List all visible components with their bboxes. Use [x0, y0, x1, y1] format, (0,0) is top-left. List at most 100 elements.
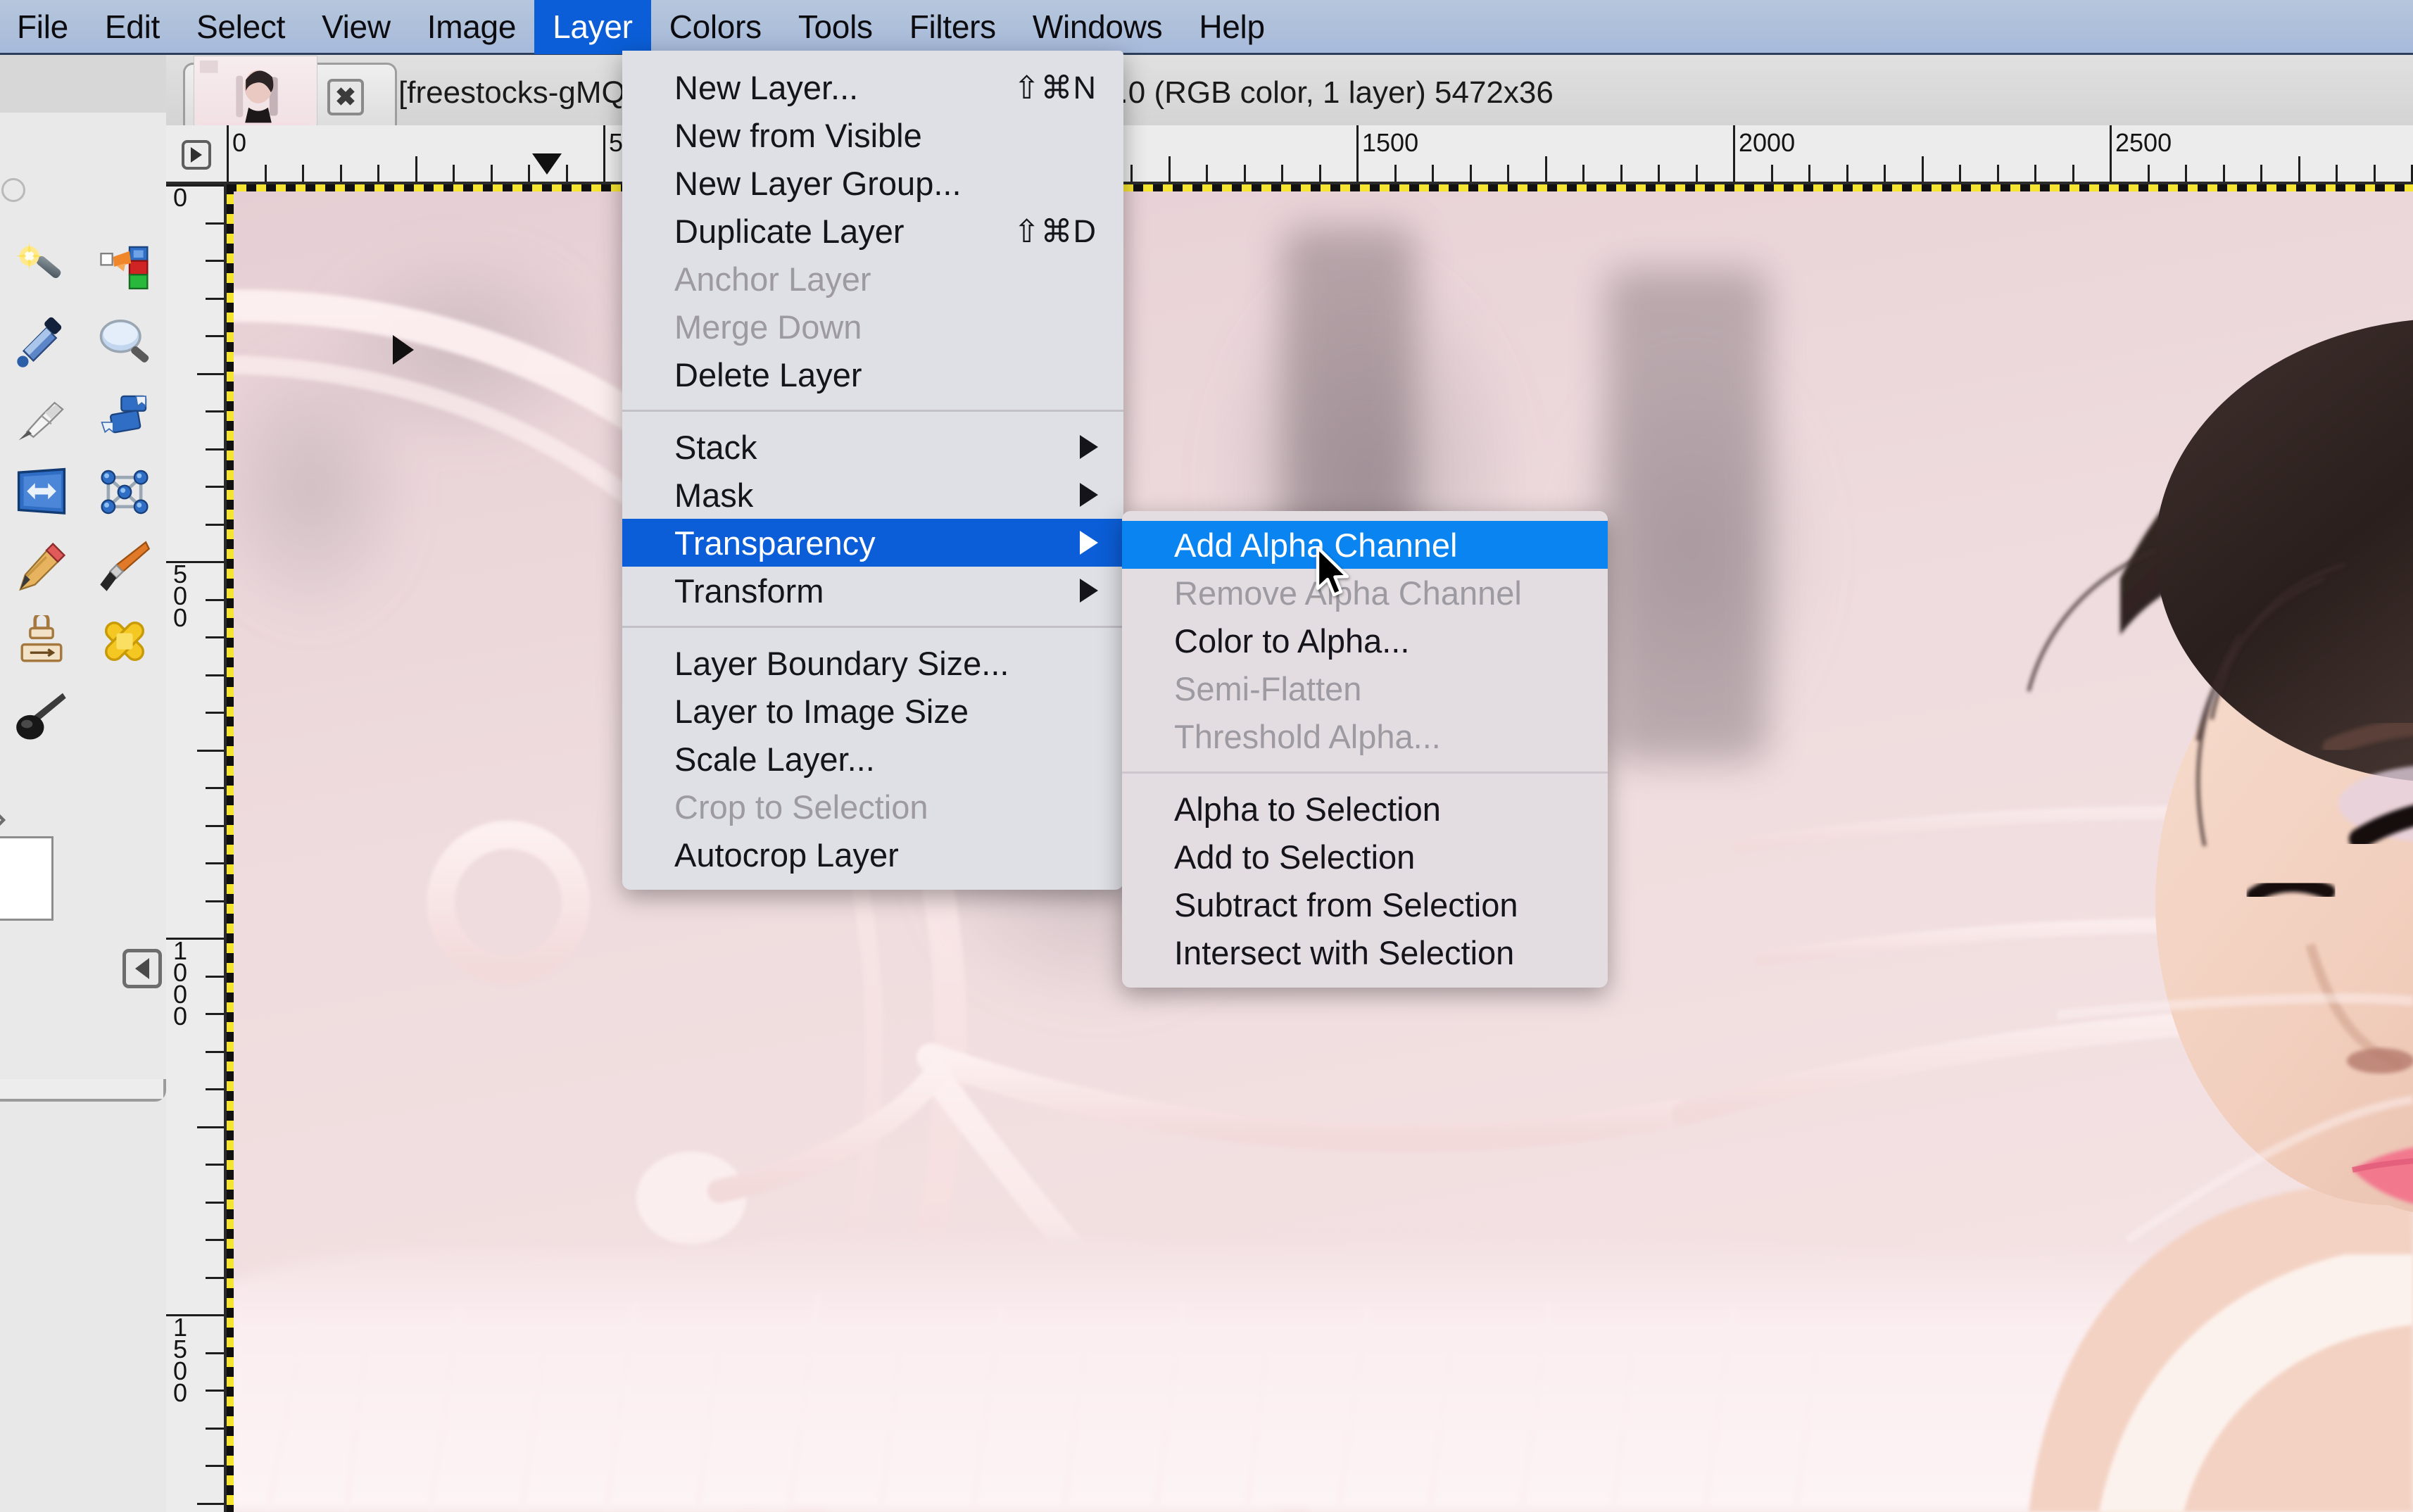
- menu-item-label: Semi-Flatten: [1174, 669, 1361, 708]
- menu-edit[interactable]: Edit: [87, 0, 178, 54]
- menu-item-transparency[interactable]: Transparency: [622, 519, 1123, 567]
- ruler-tick: [1582, 165, 1584, 182]
- ruler-origin-button[interactable]: [166, 125, 227, 184]
- cage-transform-icon[interactable]: [83, 455, 166, 529]
- menu-item-accel: ⇧⌘D: [1014, 213, 1102, 250]
- ruler-tick: [206, 636, 224, 638]
- menu-item-new-from-visible[interactable]: New from Visible: [622, 111, 1123, 159]
- horizontal-ruler[interactable]: 05001000150020002500: [166, 125, 2413, 184]
- menu-item-layer-boundary-size[interactable]: Layer Boundary Size...: [622, 639, 1123, 687]
- menu-colors[interactable]: Colors: [651, 0, 780, 54]
- collapse-panel-button[interactable]: [122, 949, 162, 988]
- ruler-tick: [206, 1013, 224, 1015]
- menu-windows[interactable]: Windows: [1014, 0, 1181, 54]
- menu-separator: [622, 410, 1123, 412]
- fuzzy-select-icon[interactable]: [0, 231, 83, 305]
- ruler-tick: [1206, 165, 1208, 182]
- menu-layer[interactable]: Layer: [534, 0, 651, 54]
- ruler-tick: [2185, 165, 2187, 182]
- ruler-tick: [1244, 165, 1246, 182]
- menu-item-mask[interactable]: Mask: [622, 471, 1123, 519]
- ink-icon[interactable]: [0, 380, 83, 455]
- menu-item-label: Crop to Selection: [674, 788, 928, 826]
- menu-item-subtract-from-selection[interactable]: Subtract from Selection: [1122, 881, 1608, 928]
- menu-item-merge-down: Merge Down: [622, 303, 1123, 351]
- ruler-tick: [206, 787, 224, 789]
- menu-tools[interactable]: Tools: [780, 0, 891, 54]
- ruler-tick: [1168, 156, 1171, 182]
- paintbrush-icon[interactable]: [83, 529, 166, 604]
- flip-icon[interactable]: [0, 455, 83, 529]
- color-swatches[interactable]: [0, 836, 75, 942]
- ruler-tick: [206, 712, 224, 714]
- menu-item-transform[interactable]: Transform: [622, 567, 1123, 615]
- menu-item-label: Merge Down: [674, 308, 862, 346]
- menu-item-label: New Layer Group...: [674, 164, 962, 203]
- menu-item-color-to-alpha[interactable]: Color to Alpha...: [1122, 617, 1608, 664]
- menu-item-label: Subtract from Selection: [1174, 886, 1518, 924]
- menu-item-alpha-to-selection[interactable]: Alpha to Selection: [1122, 785, 1608, 833]
- align-icon[interactable]: [83, 380, 166, 455]
- background-color-swatch[interactable]: [0, 836, 53, 921]
- menu-file[interactable]: File: [0, 0, 87, 54]
- ruler-tick: [206, 1352, 224, 1354]
- ruler-label: 2500: [2115, 128, 2172, 158]
- close-icon[interactable]: ✖: [327, 79, 364, 115]
- menu-select[interactable]: Select: [178, 0, 303, 54]
- menu-item-intersect-with-selection[interactable]: Intersect with Selection: [1122, 928, 1608, 976]
- menu-item-label: Stack: [674, 428, 757, 467]
- heal-icon[interactable]: [83, 604, 166, 679]
- menu-item-autocrop-layer[interactable]: Autocrop Layer: [622, 831, 1123, 878]
- ruler-tick: [377, 165, 379, 182]
- color-picker-icon[interactable]: [0, 305, 83, 380]
- ruler-tick: [1545, 156, 1547, 182]
- ruler-tick: [2148, 165, 2150, 182]
- ruler-tick: [197, 750, 224, 752]
- ruler-tick: [206, 976, 224, 978]
- swap-colors-icon[interactable]: [0, 795, 8, 835]
- menu-item-layer-to-image-size[interactable]: Layer to Image Size: [622, 687, 1123, 735]
- menu-item-label: Transparency: [674, 524, 876, 562]
- toolbox-dock: [0, 55, 166, 1079]
- ruler-label: 2000: [1739, 128, 1795, 158]
- ruler-tick: [1733, 125, 1735, 182]
- menu-item-label: Scale Layer...: [674, 740, 875, 779]
- menu-item-label: Duplicate Layer: [674, 212, 905, 251]
- menu-item-label: Delete Layer: [674, 355, 862, 394]
- clone-icon[interactable]: [0, 604, 83, 679]
- image-tab[interactable]: ✖: [183, 63, 397, 130]
- menu-filters[interactable]: Filters: [891, 0, 1014, 54]
- ruler-tick: [206, 1088, 224, 1090]
- menu-item-accel: ⇧⌘N: [1014, 69, 1102, 106]
- vertical-ruler[interactable]: 05 0 01 0 0 01 5 0 0: [166, 184, 227, 1512]
- menu-item-duplicate-layer[interactable]: Duplicate Layer ⇧⌘D: [622, 207, 1123, 255]
- ruler-label: 1 0 0 0: [173, 940, 204, 1028]
- ruler-tick: [453, 165, 455, 182]
- menu-item-add-alpha-channel[interactable]: Add Alpha Channel: [1122, 521, 1608, 569]
- ruler-tick: [265, 165, 267, 182]
- zoom-icon[interactable]: [83, 305, 166, 380]
- ruler-tick: [206, 900, 224, 902]
- menu-item-new-layer[interactable]: New Layer... ⇧⌘N: [622, 63, 1123, 111]
- ruler-tick: [206, 1051, 224, 1053]
- ruler-tick: [227, 125, 229, 182]
- menu-view[interactable]: View: [303, 0, 409, 54]
- menu-item-stack[interactable]: Stack: [622, 423, 1123, 471]
- menu-image[interactable]: Image: [409, 0, 534, 54]
- menu-item-new-layer-group[interactable]: New Layer Group...: [622, 159, 1123, 207]
- menu-item-label: Layer Boundary Size...: [674, 644, 1009, 683]
- smudge-icon[interactable]: [0, 679, 83, 753]
- ruler-tick: [206, 335, 224, 337]
- menu-item-label: Anchor Layer: [674, 260, 871, 298]
- ruler-tick: [1432, 165, 1434, 182]
- ruler-tick: [1281, 165, 1283, 182]
- ruler-tick: [1846, 165, 1848, 182]
- menu-item-scale-layer[interactable]: Scale Layer...: [622, 735, 1123, 783]
- menu-item-label: Add to Selection: [1174, 838, 1415, 876]
- ruler-tick: [197, 1503, 224, 1505]
- menu-item-delete-layer[interactable]: Delete Layer: [622, 351, 1123, 398]
- menu-item-add-to-selection[interactable]: Add to Selection: [1122, 833, 1608, 881]
- bucket-fill-icon[interactable]: [83, 231, 166, 305]
- menu-help[interactable]: Help: [1180, 0, 1283, 54]
- pencil-icon[interactable]: [0, 529, 83, 604]
